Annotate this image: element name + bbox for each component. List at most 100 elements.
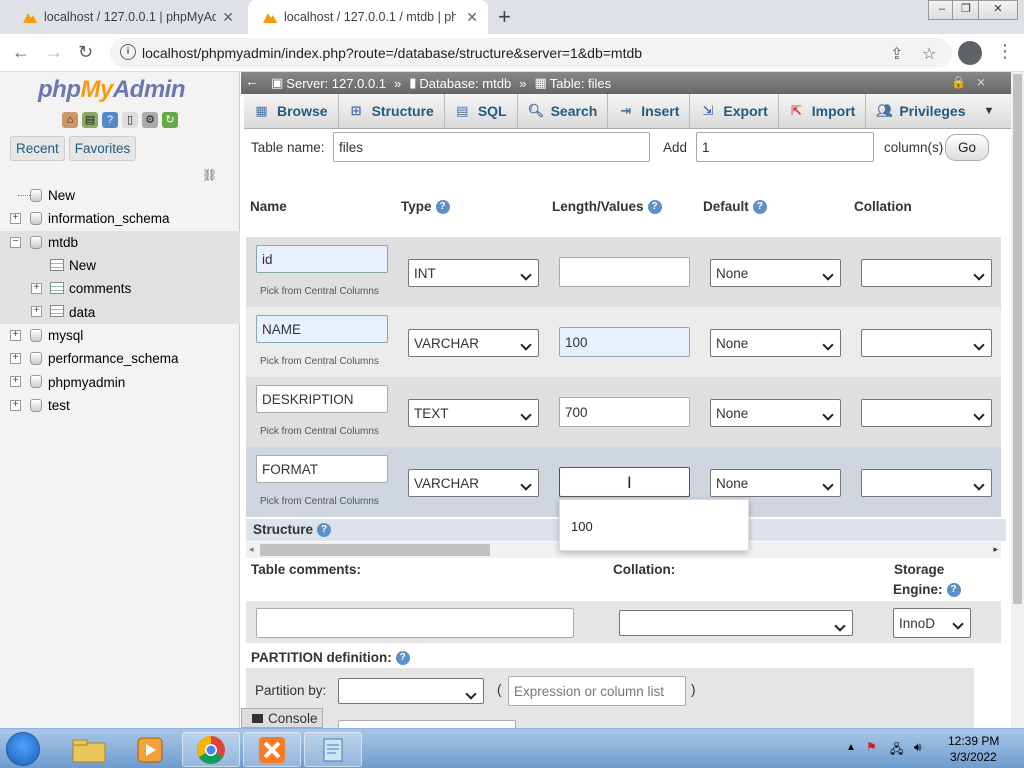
column-length-input[interactable]	[559, 257, 690, 287]
go-button[interactable]: Go	[945, 134, 989, 161]
scrollbar-thumb[interactable]	[1013, 74, 1022, 604]
share-icon[interactable]: ⇪	[890, 44, 903, 64]
column-default-select[interactable]: None	[710, 469, 841, 497]
tree-item-performance-schema[interactable]: + performance_schema	[0, 347, 240, 370]
expand-icon[interactable]: +	[10, 353, 21, 365]
help-icon[interactable]: ?	[647, 200, 662, 215]
scroll-right-icon[interactable]: ▸	[993, 544, 998, 555]
breadcrumb-table[interactable]: ▦ Table: files	[534, 75, 611, 91]
tab-sql[interactable]: ▤ SQL	[445, 93, 518, 129]
media-player-taskbar-icon[interactable]	[121, 732, 179, 767]
column-default-select[interactable]: None	[710, 329, 841, 357]
column-type-select[interactable]: VARCHAR	[408, 469, 539, 497]
breadcrumb-database[interactable]: ▮ Database: mtdb	[409, 75, 511, 91]
tray-expand-icon[interactable]: ▲	[846, 742, 856, 753]
collapse-nav-icon[interactable]: ←	[245, 73, 259, 89]
forward-icon[interactable]: →	[45, 42, 63, 63]
profile-avatar[interactable]	[958, 41, 982, 65]
column-collation-select[interactable]	[861, 259, 992, 287]
expand-icon[interactable]: +	[31, 283, 42, 295]
start-button[interactable]	[6, 732, 40, 766]
close-window-icon[interactable]: ✕	[978, 0, 1018, 20]
column-name-input[interactable]: DESKRIPTION	[256, 385, 388, 413]
tree-item-mysql[interactable]: + mysql	[0, 324, 240, 347]
tab-privileges[interactable]: 👥︎ Privileges	[866, 94, 975, 129]
storage-engine-select[interactable]: InnoD	[893, 608, 971, 638]
tree-item-test[interactable]: + test	[0, 394, 240, 417]
autocomplete-option[interactable]: 100	[571, 519, 593, 534]
column-type-select[interactable]: VARCHAR	[408, 329, 539, 357]
column-default-select[interactable]: None	[710, 399, 841, 427]
tree-item-comments[interactable]: + comments	[0, 277, 240, 301]
scrollbar-thumb[interactable]	[260, 544, 490, 556]
column-type-select[interactable]: INT	[408, 259, 539, 287]
expand-icon[interactable]: +	[10, 399, 21, 411]
xampp-taskbar-icon[interactable]	[243, 732, 301, 767]
table-comments-input[interactable]	[256, 608, 574, 638]
tree-item-mtdb[interactable]: − mtdb	[0, 230, 240, 254]
column-default-select[interactable]: None	[710, 259, 841, 287]
tree-item-new[interactable]: New	[0, 184, 240, 207]
partition-expression-input[interactable]: Expression or column list	[508, 676, 686, 706]
scroll-left-icon[interactable]: ◂	[249, 544, 254, 555]
address-bar[interactable]: i localhost/phpmyadmin/index.php?route=/…	[110, 38, 952, 68]
tab-import[interactable]: ⇱ Import	[779, 93, 867, 129]
notepad-taskbar-icon[interactable]	[304, 732, 362, 767]
bookmark-star-icon[interactable]: ☆	[922, 44, 936, 64]
new-tab-icon[interactable]: +	[498, 4, 511, 30]
expand-icon[interactable]: +	[10, 213, 21, 225]
action-center-icon[interactable]: ⚑	[866, 740, 877, 754]
column-type-select[interactable]: TEXT	[408, 399, 539, 427]
expand-icon[interactable]: +	[10, 376, 21, 388]
column-length-input[interactable]: Ⅰ	[559, 467, 690, 497]
pick-central-columns-link[interactable]: Pick from Central Columns	[260, 356, 379, 367]
column-name-input[interactable]: NAME	[256, 315, 388, 343]
tree-item-new-table[interactable]: New	[0, 253, 240, 278]
expand-icon[interactable]: +	[10, 329, 21, 341]
add-column-count-input[interactable]: 1	[696, 132, 874, 162]
reload-icon[interactable]: ↻	[78, 42, 93, 63]
pick-central-columns-link[interactable]: Pick from Central Columns	[260, 426, 379, 437]
collapse-icon[interactable]: −	[10, 236, 21, 248]
close-tab-icon[interactable]: ✕	[222, 9, 234, 26]
chrome-taskbar-icon[interactable]	[182, 732, 240, 767]
tree-item-information-schema[interactable]: + information_schema	[0, 207, 240, 230]
browser-tab[interactable]: localhost / 127.0.0.1 | phpMyAdm ✕	[8, 0, 244, 34]
partitions-input[interactable]	[338, 720, 516, 728]
console-toggle[interactable]: Console	[241, 708, 323, 728]
more-tabs-icon[interactable]: ▼	[983, 105, 994, 117]
help-icon[interactable]: ?	[317, 523, 332, 538]
close-tab-icon[interactable]: ✕	[466, 9, 478, 26]
network-icon[interactable]: 🖧︎	[890, 740, 903, 761]
vertical-scrollbar[interactable]	[1011, 72, 1024, 728]
expand-icon[interactable]: +	[31, 306, 42, 318]
tab-insert[interactable]: ⇥ Insert	[608, 93, 691, 129]
tree-item-phpmyadmin[interactable]: + phpmyadmin	[0, 370, 240, 393]
column-length-input[interactable]: 100	[559, 327, 690, 357]
help-icon[interactable]: ?	[395, 651, 410, 666]
help-icon[interactable]: ?	[435, 200, 450, 215]
favorites-tab[interactable]: Favorites	[68, 136, 137, 161]
collapse-top-icon[interactable]: ⨯	[976, 75, 986, 89]
logout-icon[interactable]: ▤	[82, 112, 98, 128]
settings-gear-icon[interactable]: ⚙	[142, 112, 158, 128]
clock-time[interactable]: 12:39 PM	[948, 734, 999, 748]
browser-tab-active[interactable]: localhost / 127.0.0.1 / mtdb | php ✕	[248, 0, 488, 34]
breadcrumb-server[interactable]: ▣ Server: 127.0.0.1	[271, 75, 386, 91]
back-icon[interactable]: ←	[12, 42, 30, 63]
column-collation-select[interactable]	[861, 399, 992, 427]
tab-search[interactable]: 🔍︎ Search	[518, 93, 609, 129]
help-icon[interactable]: ?	[102, 112, 118, 128]
link-icon[interactable]: ⛓	[202, 168, 217, 182]
column-name-input[interactable]: id	[256, 245, 388, 273]
volume-icon[interactable]: 🔊︎	[914, 740, 922, 755]
recent-tab[interactable]: Recent	[10, 136, 65, 161]
docs-icon[interactable]: ▯	[122, 112, 138, 128]
column-name-input[interactable]: FORMAT	[256, 455, 388, 483]
table-collation-select[interactable]	[619, 610, 853, 636]
help-icon[interactable]: ?	[946, 583, 961, 598]
phpmyadmin-logo[interactable]: phpMyAdmin	[38, 76, 186, 104]
browser-menu-icon[interactable]: ⋮	[996, 41, 1014, 62]
clock-date[interactable]: 3/3/2022	[950, 750, 997, 764]
column-collation-select[interactable]	[861, 329, 992, 357]
